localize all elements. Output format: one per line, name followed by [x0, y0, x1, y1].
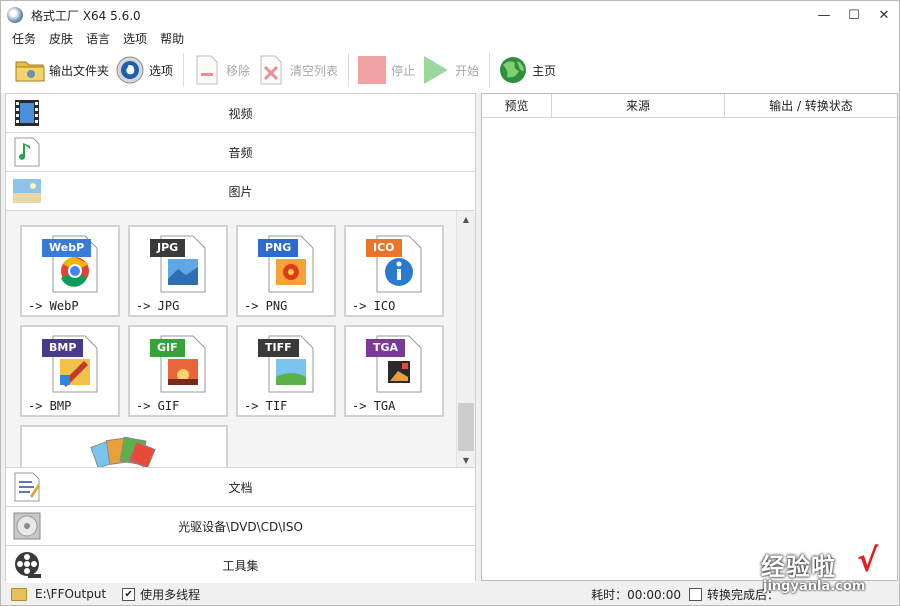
music-note-icon	[12, 137, 42, 167]
status-bar: E:\FFOutput ✔ 使用多线程 耗时：00:00:00 转换完成后：	[1, 583, 899, 605]
format-label: -> BMP	[28, 399, 72, 413]
menu-options[interactable]: 选项	[123, 30, 147, 47]
window-title: 格式工厂 X64 5.6.0	[31, 8, 141, 23]
start-button[interactable]: 开始	[421, 52, 479, 88]
format-label: -> TGA	[352, 399, 396, 413]
menu-skin[interactable]: 皮肤	[49, 30, 73, 47]
disc-icon	[12, 511, 42, 541]
multithread-checkbox[interactable]: ✔	[122, 587, 136, 601]
format-tile-more[interactable]	[20, 425, 228, 467]
image-format-grid: WebP -> WebP JPG -> JPG PNG -> PNG ICO -…	[6, 211, 475, 468]
scroll-down-icon[interactable]: ▼	[457, 452, 475, 467]
category-video[interactable]: 视频	[6, 94, 475, 133]
category-disc[interactable]: 光驱设备\DVD\CD\ISO	[6, 507, 475, 546]
category-label: 图片	[228, 184, 253, 199]
app-window: 格式工厂 X64 5.6.0 — ☐ ✕ 任务 皮肤 语言 选项 帮助 输出文件…	[0, 0, 900, 606]
clear-list-button[interactable]: 清空列表	[256, 52, 338, 88]
elapsed-time: 耗时：00:00:00	[591, 587, 681, 602]
output-folder-button[interactable]: 输出文件夹	[15, 52, 109, 88]
options-button[interactable]: 选项	[115, 52, 173, 88]
window-controls: — ☐ ✕	[809, 1, 899, 29]
menu-task[interactable]: 任务	[12, 30, 36, 47]
format-label: -> WebP	[28, 299, 79, 313]
output-path[interactable]: E:\FFOutput	[35, 587, 106, 601]
category-picture[interactable]: 图片	[6, 172, 475, 211]
format-tag: JPG	[150, 239, 186, 257]
toolbar-separator	[183, 53, 185, 87]
format-label: -> ICO	[352, 299, 396, 313]
format-tile-jpg[interactable]: JPG -> JPG	[128, 225, 228, 317]
format-tile-webp[interactable]: WebP -> WebP	[20, 225, 120, 317]
picture-icon	[12, 176, 42, 206]
category-label: 视频	[228, 106, 253, 121]
stop-icon	[357, 55, 387, 85]
toolbar-separator	[489, 53, 491, 87]
format-grid-scrollbar[interactable]: ▲ ▼	[456, 211, 475, 467]
category-label: 工具集	[222, 558, 259, 573]
multithread-label: 使用多线程	[140, 587, 201, 602]
function-panel: 视频 音频 图片 WebP -> WebP JPG -> JPG PNG -> …	[5, 93, 476, 585]
multithread-option[interactable]: ✔ 使用多线程	[122, 586, 200, 603]
maximize-button[interactable]: ☐	[839, 1, 869, 29]
title-bar: 格式工厂 X64 5.6.0 — ☐ ✕	[1, 1, 899, 29]
format-label: -> TIF	[244, 399, 288, 413]
column-header-status[interactable]: 输出 / 转换状态	[725, 94, 897, 117]
category-tools[interactable]: 工具集	[6, 546, 475, 585]
format-label: -> PNG	[244, 299, 288, 313]
menu-language[interactable]: 语言	[86, 30, 110, 47]
format-tag: PNG	[258, 239, 299, 257]
category-document[interactable]: 文档	[6, 468, 475, 507]
toolbar: 输出文件夹 选项 移除 清空列表 停止 开始 主页	[1, 47, 899, 93]
column-header-preview[interactable]: 预览	[482, 94, 552, 117]
folder-icon	[11, 587, 27, 601]
task-list: 预览 来源 输出 / 转换状态	[481, 93, 898, 581]
format-tag: WebP	[42, 239, 92, 257]
format-tile-bmp[interactable]: BMP -> BMP	[20, 325, 120, 417]
film-reel-icon	[12, 550, 42, 580]
menu-bar: 任务 皮肤 语言 选项 帮助	[1, 29, 899, 47]
format-tile-png[interactable]: PNG -> PNG	[236, 225, 336, 317]
format-tag: BMP	[42, 339, 84, 357]
category-label: 文档	[228, 480, 253, 495]
scroll-thumb[interactable]	[458, 403, 474, 451]
folder-icon	[15, 55, 45, 85]
scroll-up-icon[interactable]: ▲	[457, 211, 475, 227]
photo-stack-icon	[90, 436, 156, 467]
globe-icon	[498, 55, 528, 85]
format-label: -> JPG	[136, 299, 180, 313]
format-tag: ICO	[366, 239, 402, 257]
category-label: 音频	[228, 145, 253, 160]
task-list-header: 预览 来源 输出 / 转换状态	[482, 94, 897, 118]
menu-help[interactable]: 帮助	[160, 30, 184, 47]
stop-button[interactable]: 停止	[357, 52, 415, 88]
format-tile-gif[interactable]: GIF -> GIF	[128, 325, 228, 417]
format-tile-tga[interactable]: TGA -> TGA	[344, 325, 444, 417]
format-tag: TIFF	[258, 339, 299, 357]
close-button[interactable]: ✕	[869, 1, 899, 29]
play-icon	[421, 55, 451, 85]
format-tag: TGA	[366, 339, 406, 357]
film-icon	[12, 98, 42, 128]
column-header-source[interactable]: 来源	[552, 94, 725, 117]
remove-icon	[192, 55, 222, 85]
toolbar-separator	[348, 53, 350, 87]
minimize-button[interactable]: —	[809, 1, 839, 29]
clear-icon	[256, 55, 286, 85]
format-label: -> GIF	[136, 399, 180, 413]
remove-button[interactable]: 移除	[192, 52, 250, 88]
category-label: 光驱设备\DVD\CD\ISO	[178, 519, 303, 534]
home-button[interactable]: 主页	[498, 52, 556, 88]
format-tag: GIF	[150, 339, 185, 357]
format-tile-ico[interactable]: ICO -> ICO	[344, 225, 444, 317]
document-icon	[12, 472, 42, 502]
app-logo-icon	[7, 7, 23, 23]
format-tile-tif[interactable]: TIFF -> TIF	[236, 325, 336, 417]
after-convert-checkbox[interactable]	[688, 587, 702, 601]
gear-icon	[115, 55, 145, 85]
after-convert-label: 转换完成后：	[706, 587, 779, 602]
category-audio[interactable]: 音频	[6, 133, 475, 172]
